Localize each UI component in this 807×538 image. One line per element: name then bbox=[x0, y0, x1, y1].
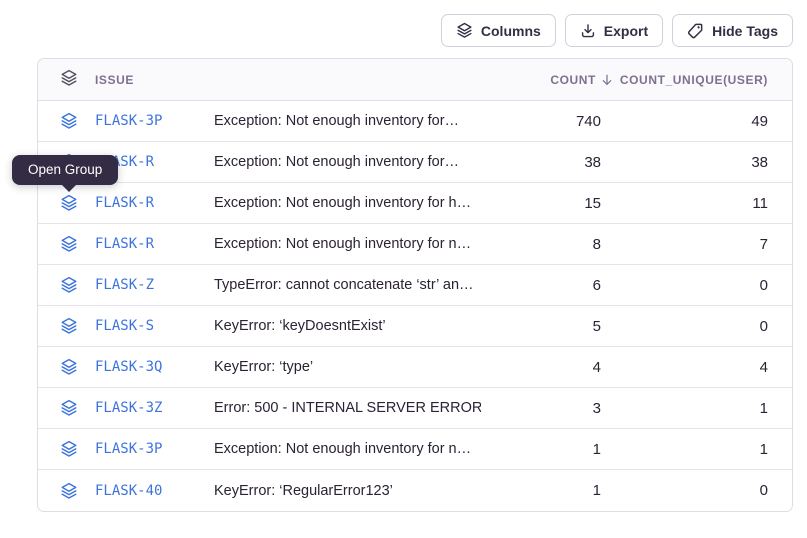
open-group-layers-icon[interactable] bbox=[60, 276, 78, 294]
tooltip-caret bbox=[61, 184, 77, 192]
issue-link[interactable]: FLASK-Z bbox=[95, 277, 154, 293]
issue-link[interactable]: FLASK-R bbox=[95, 236, 154, 252]
issue-message: Exception: Not enough inventory for h… bbox=[214, 195, 481, 211]
open-group-layers-icon[interactable] bbox=[60, 358, 78, 376]
count-value: 5 bbox=[481, 318, 601, 335]
header-issue: ISSUE bbox=[38, 69, 214, 90]
hide-tags-button[interactable]: Hide Tags bbox=[672, 14, 793, 47]
issue-message: Error: 500 - INTERNAL SERVER ERROR bbox=[214, 400, 481, 416]
open-group-layers-icon[interactable] bbox=[60, 482, 78, 500]
count-unique-value: 4 bbox=[601, 359, 768, 376]
results-table: ISSUE COUNT COUNT_UNIQUE(USER) FLASK-3P … bbox=[37, 58, 793, 512]
count-unique-value: 11 bbox=[601, 195, 768, 212]
count-unique-value: 1 bbox=[601, 400, 768, 417]
columns-button-label: Columns bbox=[481, 23, 541, 39]
table-row: FLASK-3Z Error: 500 - INTERNAL SERVER ER… bbox=[38, 388, 792, 429]
columns-button[interactable]: Columns bbox=[441, 14, 556, 47]
issue-message: TypeError: cannot concatenate ‘str’ an… bbox=[214, 277, 481, 293]
header-count-unique[interactable]: COUNT_UNIQUE(USER) bbox=[601, 73, 768, 87]
issue-message: KeyError: ‘type’ bbox=[214, 359, 481, 375]
issue-link[interactable]: FLASK-3Z bbox=[95, 400, 162, 416]
issue-message: Exception: Not enough inventory for… bbox=[214, 113, 481, 129]
count-unique-value: 0 bbox=[601, 482, 768, 499]
count-value: 15 bbox=[481, 195, 601, 212]
open-group-layers-icon[interactable] bbox=[60, 317, 78, 335]
count-value: 4 bbox=[481, 359, 601, 376]
issue-cell: FLASK-Z bbox=[38, 276, 214, 294]
issue-cell: FLASK-3P bbox=[38, 440, 214, 458]
issue-cell: FLASK-R bbox=[38, 194, 214, 212]
count-value: 6 bbox=[481, 277, 601, 294]
tag-icon bbox=[687, 22, 704, 39]
download-icon bbox=[580, 23, 596, 39]
count-value: 740 bbox=[481, 113, 601, 130]
table-row: FLASK-R Exception: Not enough inventory … bbox=[38, 142, 792, 183]
issue-link[interactable]: FLASK-40 bbox=[95, 483, 162, 499]
issue-link[interactable]: FLASK-3P bbox=[95, 113, 162, 129]
count-value: 1 bbox=[481, 482, 601, 499]
header-issue-label: ISSUE bbox=[95, 73, 134, 87]
count-unique-value: 38 bbox=[601, 154, 768, 171]
table-header-row: ISSUE COUNT COUNT_UNIQUE(USER) bbox=[38, 59, 792, 101]
header-count-label: COUNT bbox=[550, 73, 596, 87]
table-row: FLASK-3Q KeyError: ‘type’ 4 4 bbox=[38, 347, 792, 388]
table-toolbar: Columns Export Hide Tags bbox=[441, 14, 793, 47]
issue-message: KeyError: ‘RegularError123’ bbox=[214, 483, 481, 499]
count-value: 3 bbox=[481, 400, 601, 417]
issue-message: Exception: Not enough inventory for… bbox=[214, 154, 481, 170]
table-row: FLASK-40 KeyError: ‘RegularError123’ 1 0 bbox=[38, 470, 792, 511]
issue-cell: FLASK-S bbox=[38, 317, 214, 335]
issue-message: Exception: Not enough inventory for n… bbox=[214, 441, 481, 457]
table-row: FLASK-Z TypeError: cannot concatenate ‘s… bbox=[38, 265, 792, 306]
issue-link[interactable]: FLASK-R bbox=[95, 195, 154, 211]
open-group-layers-icon[interactable] bbox=[60, 440, 78, 458]
open-group-layers-icon[interactable] bbox=[60, 399, 78, 417]
issue-cell: FLASK-3Z bbox=[38, 399, 214, 417]
open-group-layers-icon[interactable] bbox=[60, 235, 78, 253]
table-row: FLASK-R Exception: Not enough inventory … bbox=[38, 183, 792, 224]
table-row: FLASK-3P Exception: Not enough inventory… bbox=[38, 101, 792, 142]
open-group-tooltip-label: Open Group bbox=[28, 162, 102, 177]
count-unique-value: 1 bbox=[601, 441, 768, 458]
table-row: FLASK-R Exception: Not enough inventory … bbox=[38, 224, 792, 265]
header-count[interactable]: COUNT bbox=[481, 73, 614, 87]
count-unique-value: 7 bbox=[601, 236, 768, 253]
open-group-layers-icon[interactable] bbox=[60, 194, 78, 212]
issue-cell: FLASK-3Q bbox=[38, 358, 214, 376]
count-value: 8 bbox=[481, 236, 601, 253]
issue-link[interactable]: FLASK-3P bbox=[95, 441, 162, 457]
table-row: FLASK-3P Exception: Not enough inventory… bbox=[38, 429, 792, 470]
issue-link[interactable]: FLASK-3Q bbox=[95, 359, 162, 375]
table-row: FLASK-S KeyError: ‘keyDoesntExist’ 5 0 bbox=[38, 306, 792, 347]
count-unique-value: 0 bbox=[601, 277, 768, 294]
count-unique-value: 0 bbox=[601, 318, 768, 335]
issue-cell: FLASK-3P bbox=[38, 112, 214, 130]
export-button-label: Export bbox=[604, 23, 648, 39]
hide-tags-button-label: Hide Tags bbox=[712, 23, 778, 39]
issue-cell: FLASK-40 bbox=[38, 482, 214, 500]
open-group-layers-icon[interactable] bbox=[60, 112, 78, 130]
open-group-tooltip: Open Group bbox=[12, 155, 118, 185]
header-count-unique-label: COUNT_UNIQUE(USER) bbox=[620, 73, 768, 87]
issue-message: Exception: Not enough inventory for n… bbox=[214, 236, 481, 252]
issue-link[interactable]: FLASK-S bbox=[95, 318, 154, 334]
layers-icon bbox=[456, 22, 473, 39]
issue-message: KeyError: ‘keyDoesntExist’ bbox=[214, 318, 481, 334]
table-body: FLASK-3P Exception: Not enough inventory… bbox=[38, 101, 792, 511]
count-value: 1 bbox=[481, 441, 601, 458]
issue-cell: FLASK-R bbox=[38, 235, 214, 253]
count-value: 38 bbox=[481, 154, 601, 171]
layers-icon bbox=[60, 69, 78, 90]
count-unique-value: 49 bbox=[601, 113, 768, 130]
export-button[interactable]: Export bbox=[565, 14, 663, 47]
